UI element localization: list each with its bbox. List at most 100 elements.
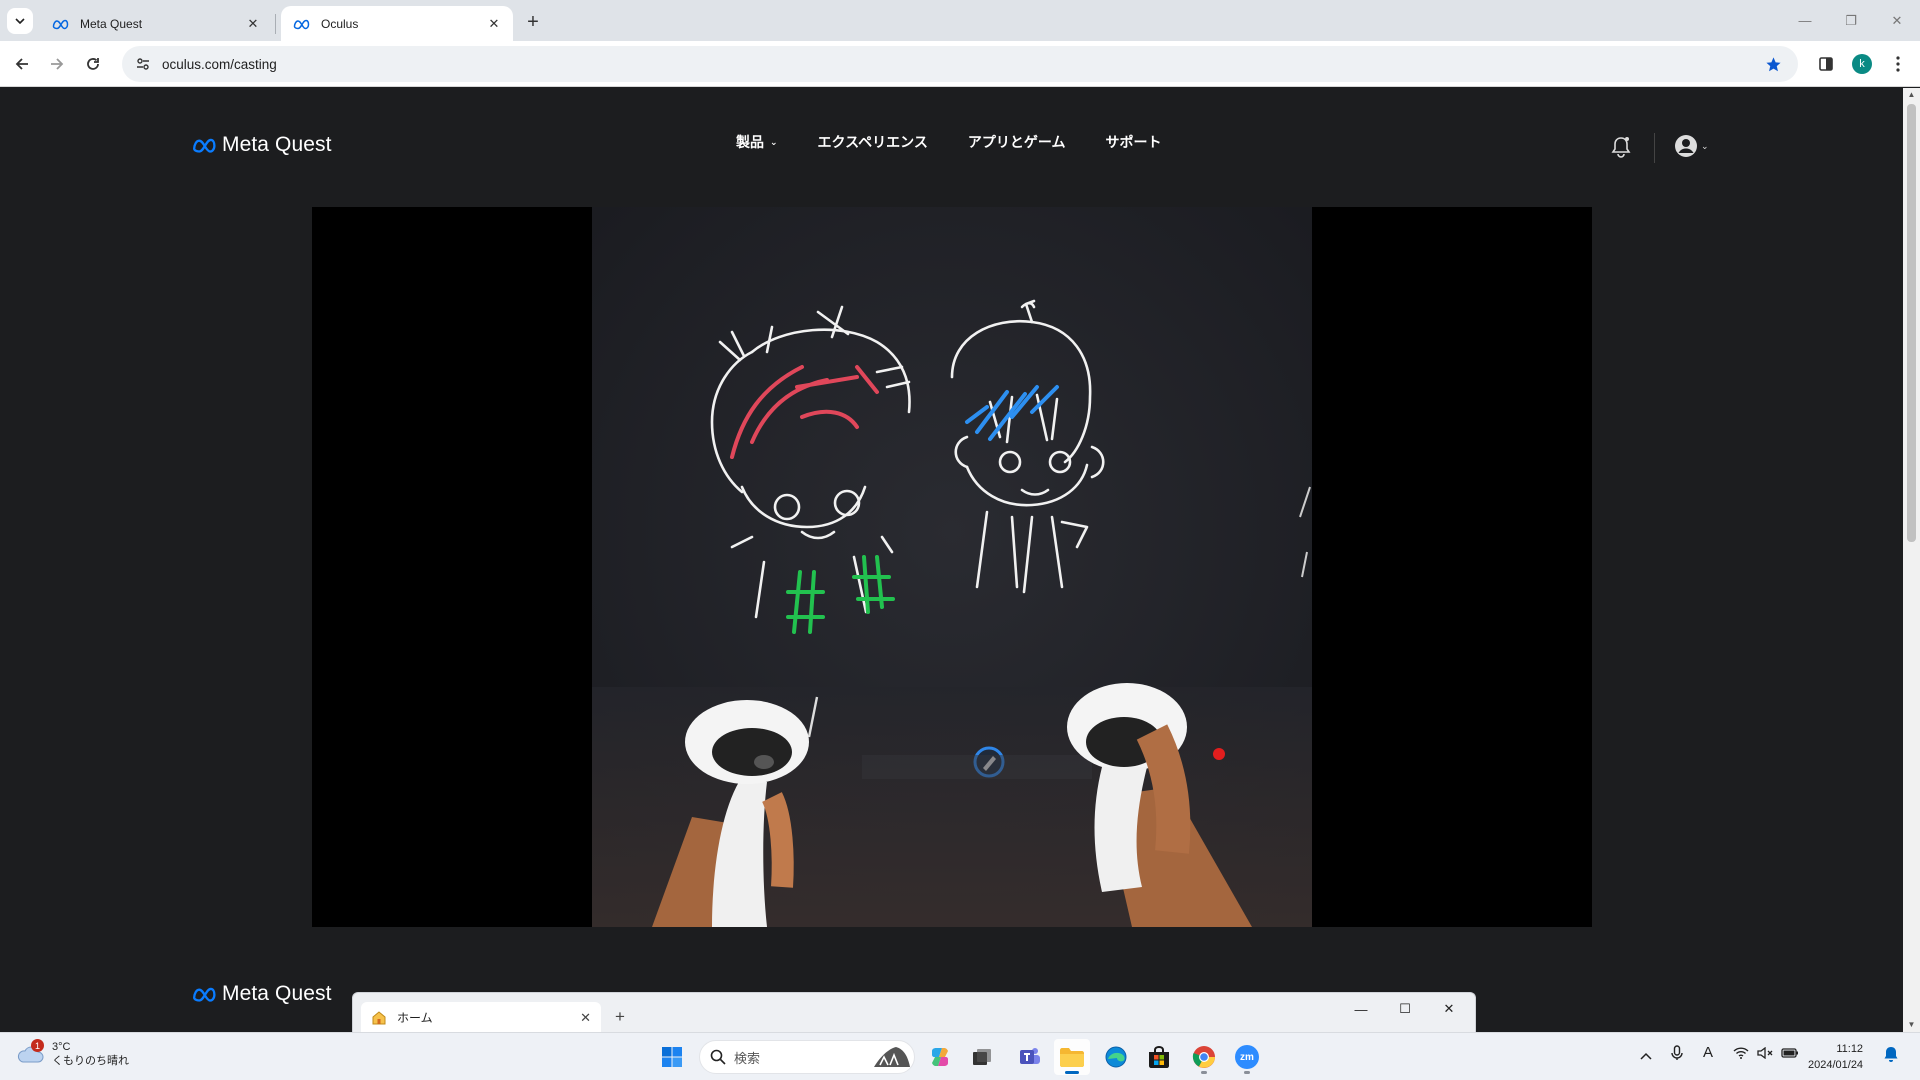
chevron-down-icon: ⌄	[770, 136, 778, 147]
account-icon	[1675, 135, 1697, 157]
scrollbar-thumb[interactable]	[1907, 104, 1916, 542]
browser-toolbar: oculus.com/casting k	[0, 41, 1920, 87]
tool-palette	[862, 755, 1092, 779]
copilot-icon	[932, 1048, 948, 1066]
clock-date: 2024/01/24	[1808, 1059, 1864, 1071]
teams-button[interactable]	[1012, 1039, 1048, 1075]
system-clock[interactable]: 11:12 2024/01/24	[1808, 1041, 1863, 1073]
taskbar-search[interactable]: 検索	[699, 1040, 915, 1074]
side-panel-button[interactable]	[1812, 50, 1840, 78]
battery-button[interactable]	[1781, 1046, 1799, 1062]
nav-item-label: エクスペリエンス	[817, 134, 928, 150]
reload-button[interactable]	[79, 50, 107, 78]
start-button[interactable]	[654, 1039, 690, 1075]
kebab-menu-icon	[1896, 56, 1900, 72]
running-indicator	[1244, 1071, 1250, 1074]
site-info-icon[interactable]	[128, 57, 158, 71]
profile-button[interactable]: k	[1848, 50, 1876, 78]
nav-item-label: アプリとゲーム	[967, 134, 1066, 150]
main-nav: 製品 ⌄ エクスペリエンス アプリとゲーム サポート	[736, 132, 1201, 152]
minimize-button[interactable]: —	[1782, 0, 1828, 41]
bookmark-star-icon[interactable]	[1758, 56, 1788, 73]
meta-logo-icon	[293, 19, 310, 29]
running-indicator	[1201, 1071, 1207, 1074]
task-view-button[interactable]	[964, 1039, 1000, 1075]
chrome-button[interactable]	[1186, 1039, 1222, 1075]
explorer-maximize-button[interactable]: ☐	[1387, 997, 1423, 1021]
reload-icon	[87, 58, 99, 70]
page-content: Meta Quest 製品 ⌄ エクスペリエンス アプリとゲーム サポート ⌄ …	[0, 88, 1903, 1032]
vr-drawing-scene	[592, 207, 1312, 927]
volume-button[interactable]	[1757, 1046, 1773, 1062]
wifi-button[interactable]	[1733, 1046, 1749, 1062]
tab-close-icon[interactable]: ✕	[244, 15, 262, 33]
avatar: k	[1852, 54, 1872, 74]
browser-tab-strip: Meta Quest ✕ Oculus ✕ + — ❐ ✕	[0, 0, 1920, 41]
explorer-close-button[interactable]: ✕	[1431, 997, 1467, 1021]
copilot-button[interactable]	[922, 1039, 958, 1075]
nav-item-label: 製品	[736, 134, 764, 150]
ime-indicator-icon[interactable]: A	[1703, 1044, 1713, 1061]
scroll-down-icon[interactable]: ▼	[1906, 1020, 1917, 1030]
store-button[interactable]	[1141, 1039, 1177, 1075]
running-indicator	[1065, 1071, 1079, 1074]
bell-icon	[1611, 137, 1631, 158]
file-explorer-window[interactable]: ホーム ✕ + — ☐ ✕	[352, 992, 1476, 1033]
taskbar: 1 3°C くもりのち晴れ 検索 zm A 11:12 2024/01/24	[0, 1032, 1920, 1080]
site-header: Meta Quest 製品 ⌄ エクスペリエンス アプリとゲーム サポート ⌄	[0, 88, 1903, 206]
tab-close-icon[interactable]: ✕	[485, 15, 503, 33]
page-scrollbar[interactable]: ▲ ▼	[1903, 88, 1920, 1032]
tab-oculus[interactable]: Oculus ✕	[281, 6, 513, 41]
clock-time: 11:12	[1836, 1043, 1864, 1055]
meta-logo-icon	[52, 19, 69, 29]
microphone-button[interactable]	[1671, 1045, 1683, 1064]
nav-item-products[interactable]: 製品 ⌄	[736, 132, 778, 152]
address-bar[interactable]: oculus.com/casting	[122, 46, 1798, 82]
restore-button[interactable]: ❐	[1828, 0, 1874, 41]
notification-center-button[interactable]	[1884, 1046, 1898, 1065]
edge-button[interactable]	[1098, 1039, 1134, 1075]
notifications-button[interactable]	[1610, 135, 1632, 164]
close-icon[interactable]: ✕	[580, 1010, 591, 1026]
tab-title: Oculus	[321, 16, 359, 31]
bell-icon	[1884, 1047, 1898, 1062]
close-window-button[interactable]: ✕	[1874, 0, 1920, 41]
arrow-left-icon	[15, 58, 28, 70]
nav-item-experiences[interactable]: エクスペリエンス	[818, 132, 928, 152]
forward-button[interactable]	[43, 50, 71, 78]
nav-item-label: サポート	[1105, 134, 1162, 150]
arrow-right-icon	[51, 58, 64, 70]
home-icon	[372, 1011, 386, 1025]
tab-meta-quest[interactable]: Meta Quest ✕	[40, 6, 272, 41]
microphone-icon	[1671, 1045, 1683, 1060]
zoom-button[interactable]: zm	[1229, 1039, 1265, 1075]
nav-item-support[interactable]: サポート	[1105, 132, 1161, 152]
weather-widget[interactable]: 1 3°C くもりのち晴れ	[16, 1039, 129, 1068]
meta-quest-logo[interactable]: Meta Quest	[192, 133, 332, 157]
footer-meta-quest-logo[interactable]: Meta Quest	[192, 982, 332, 1006]
tab-divider	[275, 14, 276, 34]
account-menu-button[interactable]: ⌄	[1674, 134, 1709, 158]
side-panel-icon	[1819, 57, 1833, 71]
battery-charging-icon	[1781, 1048, 1798, 1058]
new-tab-button[interactable]: +	[520, 9, 546, 35]
back-button[interactable]	[8, 50, 36, 78]
casting-video-player[interactable]	[312, 207, 1592, 927]
tab-search-button[interactable]	[7, 8, 33, 34]
explorer-tab-home[interactable]: ホーム ✕	[361, 1002, 601, 1033]
weather-temp: 3°C	[52, 1041, 71, 1053]
scroll-up-icon[interactable]: ▲	[1906, 90, 1917, 100]
tab-title: Meta Quest	[80, 16, 143, 31]
url-text[interactable]: oculus.com/casting	[162, 57, 1758, 72]
menu-button[interactable]	[1884, 50, 1912, 78]
explorer-tab-title: ホーム	[397, 1011, 433, 1025]
explorer-new-tab-button[interactable]: +	[615, 1007, 625, 1027]
explorer-minimize-button[interactable]: —	[1343, 997, 1379, 1021]
show-hidden-icons-button[interactable]	[1640, 1047, 1652, 1063]
file-explorer-button[interactable]	[1054, 1039, 1090, 1075]
weather-badge: 1	[31, 1039, 44, 1052]
nav-item-apps-games[interactable]: アプリとゲーム	[968, 132, 1066, 152]
cast-stream	[592, 207, 1312, 927]
volume-muted-icon	[1757, 1046, 1773, 1060]
search-placeholder: 検索	[734, 1050, 761, 1066]
